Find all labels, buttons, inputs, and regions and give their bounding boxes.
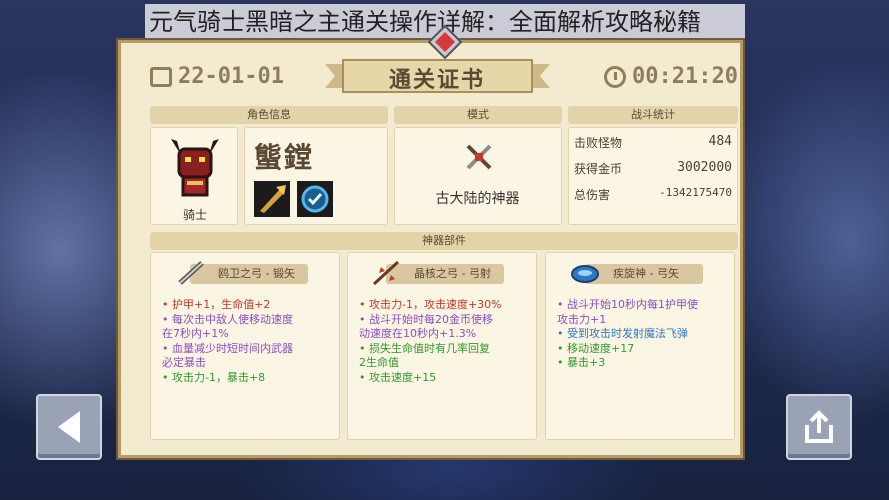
section-parts-header: 神器部件 <box>150 232 738 250</box>
crossed-swords-icon <box>466 144 492 170</box>
artifact-part-effects: • 护甲+1，生命值+2 • 每次击中敌人使移动速度 在7秒内+1% • 血量减… <box>162 298 342 385</box>
date-display: 22-01-01 <box>150 64 284 89</box>
stat-label: 获得金币 <box>574 162 623 176</box>
effect-line: • 每次击中敌人使移动速度 在7秒内+1% <box>162 312 293 341</box>
share-icon <box>805 410 833 443</box>
section-mode-header: 模式 <box>394 106 562 124</box>
artifact-part-title: 晶核之弓 - 弓射 <box>386 264 504 284</box>
effect-line: • 受到攻击时发射魔法飞弹 <box>557 327 688 340</box>
weapon-slot-icon <box>254 181 290 217</box>
shield-skill-icon <box>297 181 333 217</box>
stat-value: 484 <box>708 134 732 149</box>
artifact-part-title-text: 晶核之弓 - 弓射 <box>414 267 491 280</box>
bow-part-icon <box>178 261 204 285</box>
knight-avatar-icon <box>171 139 219 197</box>
stat-value: 3002000 <box>677 160 732 175</box>
artifact-part-title-text: 鸥卫之弓 - 锻矢 <box>218 267 295 280</box>
effect-line: • 攻击力-1，攻击速度+30% <box>359 298 502 311</box>
left-arrow-icon <box>58 411 80 443</box>
time-display: 00:21:20 <box>604 64 738 89</box>
effect-line: • 移动速度+17 <box>557 341 635 355</box>
clock-icon <box>604 65 626 88</box>
artifact-part-title-text: 疾旋神 - 弓矢 <box>613 267 679 280</box>
stat-row: 击败怪物 484 <box>574 134 732 151</box>
artifact-part-title: 疾旋神 - 弓矢 <box>585 264 703 284</box>
section-character-header: 角色信息 <box>150 106 388 124</box>
effect-line: • 战斗开始10秒内每1护甲使 攻击力+1 <box>557 298 698 326</box>
artifact-part-effects: • 攻击力-1，攻击速度+30% • 战斗开始时每20金币使移 动速度在10秒内… <box>359 298 539 385</box>
gem-ornament-icon <box>427 24 463 60</box>
effect-line: • 攻击力-1，暴击+8 <box>162 370 266 384</box>
section-stats-header: 战斗统计 <box>568 106 738 124</box>
character-class: 骑士 <box>182 208 207 222</box>
effect-line: • 攻击速度+15 <box>359 370 437 384</box>
artifact-part-effects: • 战斗开始10秒内每1护甲使 攻击力+1 • 受到攻击时发射魔法飞弹 • 移动… <box>557 298 737 371</box>
mode-label: 古大陆的神器 <box>435 191 520 207</box>
artifact-part-title: 鸥卫之弓 - 锻矢 <box>190 264 308 284</box>
stat-value: -1342175470 <box>659 186 732 199</box>
effect-line: • 护甲+1，生命值+2 <box>162 298 271 311</box>
effect-line: • 血量减少时短时间内武器 必定暴击 <box>162 341 293 370</box>
stat-label: 总伤害 <box>574 188 611 202</box>
stat-row: 总伤害 -1342175470 <box>574 186 732 203</box>
character-name: 螚鏜 <box>254 141 315 174</box>
spinning-disc-icon <box>571 265 599 283</box>
stat-label: 击败怪物 <box>574 136 623 150</box>
back-button[interactable] <box>36 394 102 460</box>
calendar-icon <box>150 66 172 87</box>
effect-line: • 暴击+3 <box>557 356 606 369</box>
share-button[interactable] <box>786 394 852 460</box>
effect-line: • 战斗开始时每20金币使移 动速度在10秒内+1.3% <box>359 312 493 341</box>
certificate-title: 通关证书 <box>388 68 485 93</box>
date-text: 22-01-01 <box>178 64 284 89</box>
time-text: 00:21:20 <box>632 64 738 89</box>
stat-row: 获得金币 3002000 <box>574 160 732 177</box>
crystal-bow-icon <box>372 260 400 286</box>
effect-line: • 损失生命值时有几率回复 2生命值 <box>359 341 490 370</box>
